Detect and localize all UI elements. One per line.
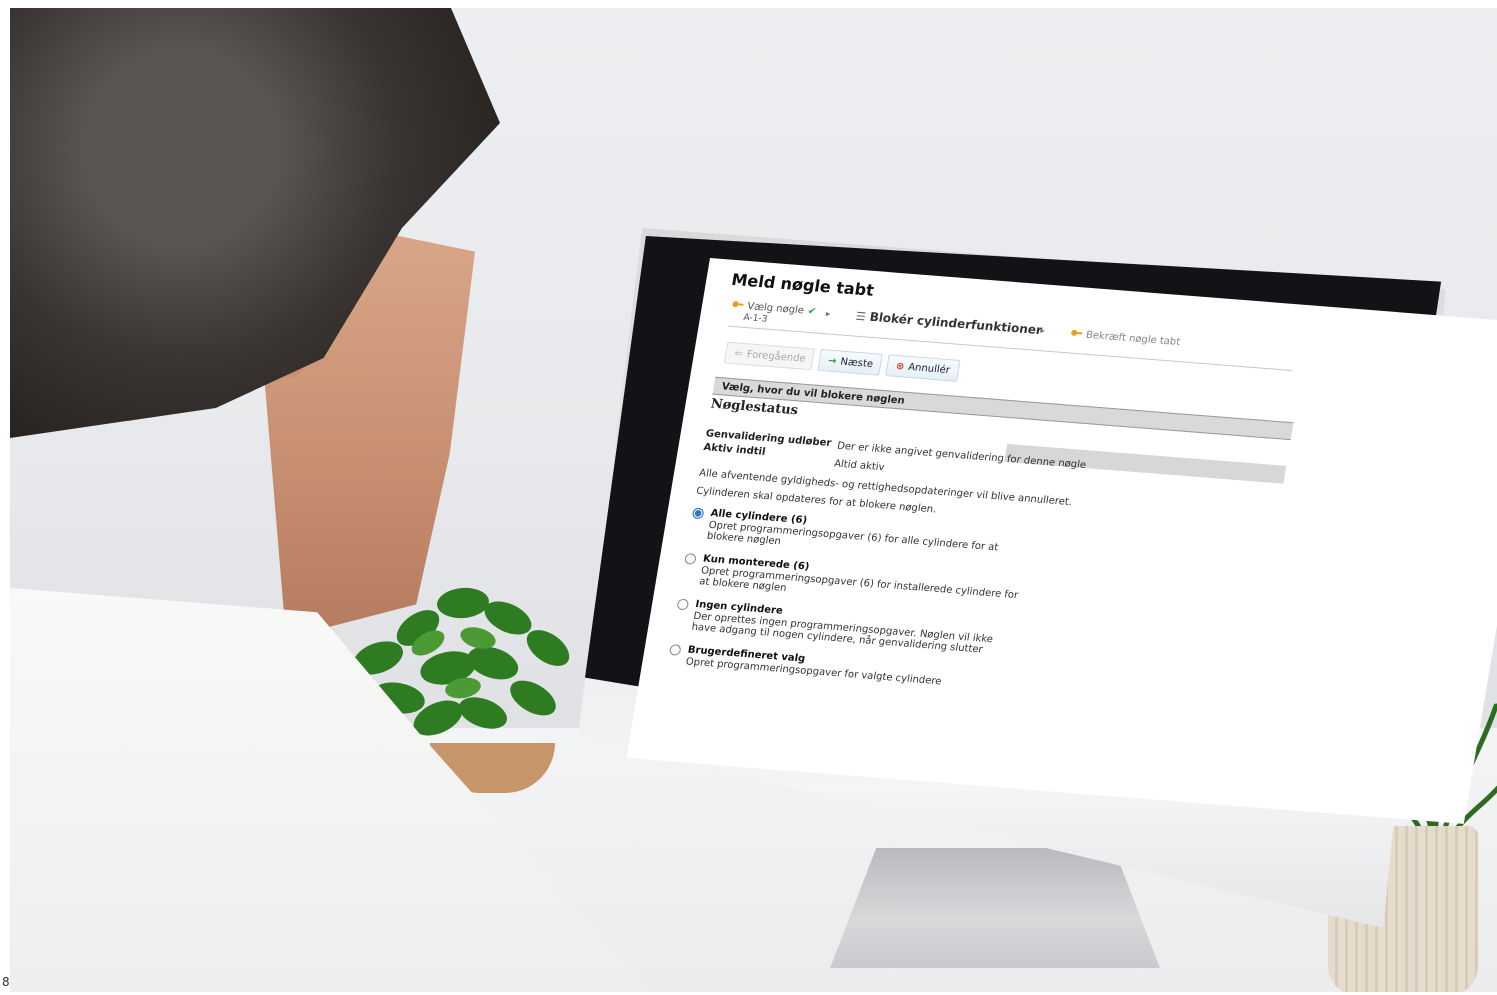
step-label-block-cylinders: Blokér cylinderfunktioner — [868, 309, 1044, 338]
next-button-label: Næste — [839, 356, 874, 370]
key-icon — [730, 298, 744, 314]
cancel-icon: ⊗ — [895, 360, 906, 373]
step-select-key[interactable]: Vælg nøgle ✔ A-1-3 — [730, 298, 818, 325]
chevron-right-icon: ▸ — [1039, 326, 1046, 337]
arrow-left-icon: ⇐ — [733, 347, 744, 360]
app-window: Meld nøgle tabt Vælg nøgle ✔ A-1-3 ▸ ☰ B… — [659, 260, 1303, 760]
previous-button[interactable]: ⇐ Foregående — [723, 341, 816, 371]
wizard-steps: Vælg nøgle ✔ A-1-3 ▸ ☰ Blokér cylinderfu… — [727, 297, 1297, 372]
step-label-confirm-lost: Bekræft nøgle tabt — [1085, 329, 1181, 349]
arrow-right-icon: → — [827, 355, 838, 367]
footer-marker: 8 — [2, 975, 10, 989]
next-button[interactable]: → Næste — [817, 348, 883, 376]
option-all-cylinders[interactable]: Alle cylindere (6) Opret programmeringso… — [691, 507, 1053, 553]
monitor-stand — [830, 848, 1160, 968]
photo-scene: Meld nøgle tabt Vælg nøgle ✔ A-1-3 ▸ ☰ B… — [10, 8, 1497, 992]
radio-custom-selection[interactable] — [668, 644, 682, 656]
step-block-cylinders[interactable]: ☰ Blokér cylinderfunktioner — [854, 309, 1044, 338]
chevron-right-icon: ▸ — [825, 309, 832, 320]
list-icon: ☰ — [854, 309, 867, 323]
radio-mounted-only[interactable] — [684, 553, 697, 565]
previous-button-label: Foregående — [745, 348, 807, 365]
step-sub-select-key: A-1-3 — [742, 312, 769, 325]
option-desc: Opret programmeringsopgaver for valgte c… — [684, 656, 943, 688]
field-label-active-until: Aktiv indtil — [702, 442, 767, 458]
radio-no-cylinders[interactable] — [676, 598, 690, 611]
key-icon — [1069, 327, 1083, 343]
monitor-screen: Meld nøgle tabt Vælg nøgle ✔ A-1-3 ▸ ☰ B… — [626, 258, 1497, 824]
radio-all-cylinders[interactable] — [691, 507, 705, 520]
field-value-active-until: Altid aktiv — [833, 458, 886, 474]
page-title: Meld nøgle tabt — [730, 269, 876, 300]
cancel-button[interactable]: ⊗ Annullér — [885, 354, 961, 382]
cancel-button-label: Annullér — [907, 361, 951, 376]
checkmark-icon: ✔ — [806, 305, 818, 318]
step-confirm-lost[interactable]: Bekræft nøgle tabt — [1069, 327, 1182, 351]
